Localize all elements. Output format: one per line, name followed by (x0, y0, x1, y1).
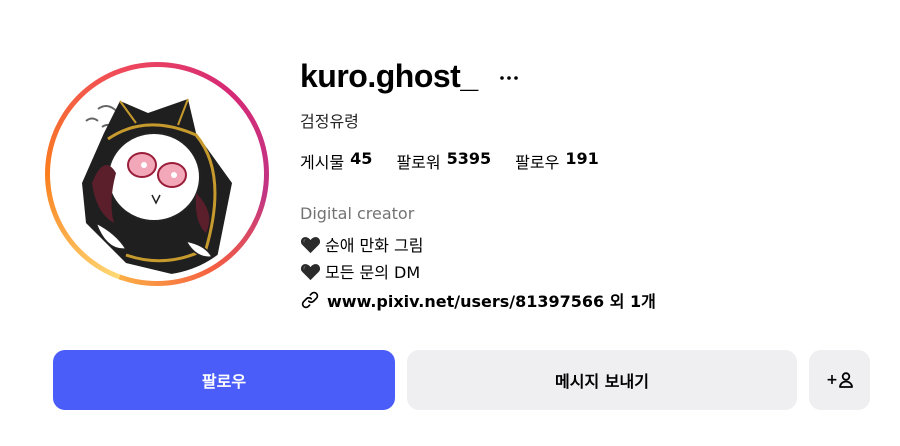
profile-username: kuro.ghost_ (300, 58, 478, 94)
more-horizontal-icon (500, 76, 518, 80)
more-options-button[interactable] (497, 64, 521, 88)
add-person-icon (838, 372, 853, 388)
bio-line: 순애 만화 그림 (300, 232, 424, 256)
stat-following[interactable]: 팔로우 191 (515, 149, 599, 173)
link-icon (301, 291, 319, 309)
stat-followers-count: 5395 (446, 149, 492, 168)
profile-link-text: www.pixiv.net/users/81397566 외 1개 (327, 292, 656, 311)
black-heart-icon (300, 236, 321, 253)
stat-posts-label: 게시물 (300, 153, 345, 172)
profile-stats: 게시물 45 팔로워 5395 팔로우 191 (300, 149, 599, 173)
profile-link[interactable]: www.pixiv.net/users/81397566 외 1개 (300, 288, 656, 312)
send-message-button[interactable]: 메시지 보내기 (407, 350, 797, 410)
bio-line: 모든 문의 DM (300, 259, 420, 283)
suggest-plus: + (826, 372, 838, 388)
avatar-ring-gap (50, 67, 264, 281)
stat-following-label: 팔로우 (515, 153, 560, 172)
bio-text: 순애 만화 그림 (325, 236, 424, 255)
avatar-illustration (82, 98, 232, 275)
bio-text: 모든 문의 DM (325, 263, 421, 282)
stat-posts-count: 45 (350, 149, 373, 168)
avatar[interactable] (56, 73, 258, 275)
black-heart-icon (300, 263, 321, 280)
profile-full-name: 검정유령 (300, 112, 359, 131)
avatar-story-ring[interactable] (45, 62, 269, 286)
suggested-accounts-button[interactable]: + (809, 350, 870, 410)
stat-posts: 게시물 45 (300, 149, 372, 173)
follow-button[interactable]: 팔로우 (53, 350, 395, 410)
stat-followers-label: 팔로워 (396, 153, 441, 172)
stat-followers[interactable]: 팔로워 5395 (396, 149, 491, 173)
profile-category: Digital creator (300, 204, 415, 223)
stat-following-count: 191 (565, 149, 599, 168)
